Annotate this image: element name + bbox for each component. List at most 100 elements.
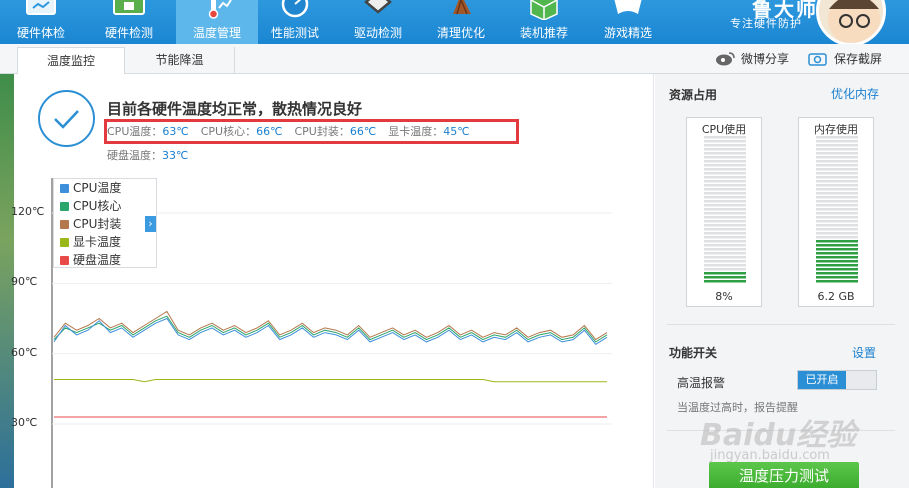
memory-usage-bars (816, 136, 858, 283)
legend-swatch (60, 202, 69, 211)
tab-energy-saving[interactable]: 节能降温 (125, 47, 235, 75)
temperature-stress-test-button[interactable]: 温度压力测试 (709, 462, 859, 488)
gauge-segment (816, 212, 858, 215)
gauge-segment (704, 144, 746, 147)
gauge-segment (704, 248, 746, 251)
legend-label: CPU核心 (73, 199, 122, 213)
settings-link[interactable]: 设置 (852, 344, 876, 361)
weibo-share-link[interactable]: 微博分享 (715, 50, 795, 68)
monitor-icon (26, 0, 56, 15)
gauge-segment (704, 276, 746, 279)
high-temp-alarm-label: 高温报警 (677, 376, 726, 390)
nav-label: 温度管理 (192, 26, 241, 40)
gauge-segment (704, 260, 746, 263)
gauge-segment (816, 200, 858, 203)
gauge-segment (816, 148, 858, 151)
chart-legend: CPU温度 CPU核心 CPU封装 显卡温度 硬盘温度 (53, 178, 157, 268)
driver-icon (364, 0, 392, 14)
gauge-segment (816, 224, 858, 227)
gauge-segment (704, 240, 746, 243)
legend-item-cpu-core[interactable]: CPU核心 (60, 198, 121, 214)
weibo-icon (716, 52, 735, 66)
gauge-segment (816, 252, 858, 255)
nav-label: 装机推荐 (519, 26, 568, 40)
legend-label: 显卡温度 (73, 235, 122, 249)
gauge-segment (816, 164, 858, 167)
nav-item-hardware-detect[interactable]: 硬件检测 (88, 0, 170, 44)
gauge-segment (704, 232, 746, 235)
cpu-usage-bars (704, 136, 746, 283)
nav-item-temperature[interactable]: 温度管理 (176, 0, 258, 44)
gauge-segment (816, 160, 858, 163)
gauge-segment (704, 252, 746, 255)
gauge-segment (704, 256, 746, 259)
toggle-state-label: 已开启 (798, 371, 846, 389)
legend-item-disk-temp[interactable]: 硬盘温度 (60, 252, 121, 268)
nav-item-build-recommend[interactable]: 装机推荐 (503, 0, 585, 44)
gauge-segment (704, 140, 746, 143)
legend-collapse-button[interactable]: › (145, 216, 156, 232)
cube-icon (530, 0, 558, 20)
gauge-segment (816, 168, 858, 171)
chart-y-tick-label: 30℃ (11, 416, 38, 429)
feature-switches-title: 功能开关 (669, 346, 718, 360)
baidu-watermark-url: jingyan.baidu.com (710, 448, 830, 463)
gauge-segment (816, 172, 858, 175)
legend-label: 硬盘温度 (73, 253, 122, 267)
high-temp-alarm-toggle[interactable]: 已开启 (797, 370, 877, 390)
gauge-segment (704, 216, 746, 219)
nav-item-cleanup[interactable]: 清理优化 (420, 0, 502, 44)
gauge-segment (704, 212, 746, 215)
nav-item-driver[interactable]: 驱动检测 (337, 0, 419, 44)
chart-series-line (54, 379, 607, 383)
broom-icon (453, 0, 471, 15)
speedometer-icon (281, 0, 309, 18)
gauge-segment (816, 184, 858, 187)
save-screenshot-link[interactable]: 保存截屏 (808, 50, 898, 68)
cpu-usage-label: CPU使用 (701, 123, 747, 136)
gauge-segment (816, 188, 858, 191)
gauge-segment (816, 268, 858, 271)
nav-item-games[interactable]: 游戏精选 (587, 0, 669, 44)
gauge-segment (704, 160, 746, 163)
divider (667, 324, 895, 325)
gauge-segment (816, 276, 858, 279)
gauge-segment (704, 184, 746, 187)
nav-item-hardware-checkup[interactable]: 硬件体检 (0, 0, 82, 44)
nav-item-performance[interactable]: 性能测试 (254, 0, 336, 44)
tab-temperature-monitor[interactable]: 温度监控 (17, 47, 125, 75)
gauge-segment (816, 264, 858, 267)
legend-item-gpu-temp[interactable]: 显卡温度 (60, 234, 121, 250)
status-title: 目前各硬件温度均正常，散热情况良好 (107, 100, 363, 118)
gauge-segment (704, 228, 746, 231)
gauge-segment (704, 244, 746, 247)
gauge-segment (816, 260, 858, 263)
subtab-bar: 温度监控 节能降温 微博分享 保存截屏 (0, 44, 909, 75)
gauge-segment (704, 208, 746, 211)
thermometer-icon (208, 0, 232, 19)
gauge-segment (816, 208, 858, 211)
weibo-share-label: 微博分享 (741, 52, 790, 66)
gauge-segment (816, 216, 858, 219)
gauge-segment (816, 236, 858, 239)
legend-item-cpu-temp[interactable]: CPU温度 (60, 180, 121, 196)
legend-item-cpu-package[interactable]: CPU封装 (60, 216, 121, 232)
cpu-usage-gauge: CPU使用 8% (686, 117, 762, 307)
nav-label: 游戏精选 (603, 26, 652, 40)
optimize-memory-link[interactable]: 优化内存 (831, 85, 879, 102)
gauge-segment (704, 264, 746, 267)
nav-label: 性能测试 (270, 26, 319, 40)
chart-y-tick-label: 120℃ (11, 205, 45, 218)
chart-y-tick-label: 90℃ (11, 275, 38, 289)
gauge-segment (816, 144, 858, 147)
avatar[interactable] (816, 0, 886, 46)
gauge-segment (704, 272, 746, 275)
save-screenshot-label: 保存截屏 (834, 52, 883, 66)
avatar-face-icon (828, 0, 880, 43)
nav-label: 硬件体检 (16, 26, 65, 40)
gauge-segment (704, 152, 746, 155)
memory-usage-value: 6.2 GB (817, 290, 855, 303)
nav-label: 清理优化 (436, 26, 485, 40)
legend-label: CPU温度 (73, 181, 122, 195)
gauge-segment (816, 248, 858, 251)
